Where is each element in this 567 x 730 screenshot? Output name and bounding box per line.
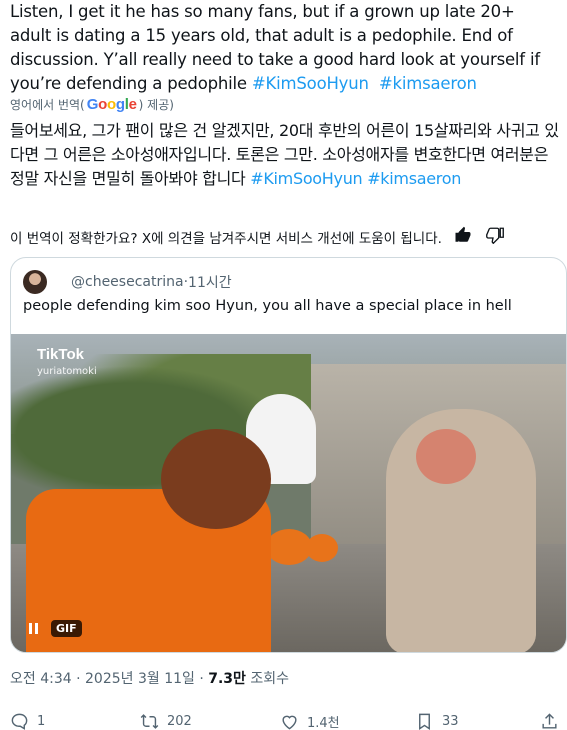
translated-by-prefix: 영어에서 번역( xyxy=(10,98,85,112)
translation-feedback: 이 번역이 정확한가요? X에 의견을 남겨주시면 서비스 개선에 도움이 됩니… xyxy=(10,226,504,248)
hashtag-link[interactable]: #KimSooHyun xyxy=(252,74,369,93)
tiktok-watermark-user: yuriatomoki xyxy=(37,366,97,377)
tweet-meta: 오전 4:34 · 2025년 3월 11일 · 7.3만 조회수 xyxy=(10,668,289,688)
bookmark-button[interactable]: 33 xyxy=(415,712,540,730)
quote-text: people defending kim soo Hyun, you all h… xyxy=(23,298,512,314)
bookmark-icon xyxy=(419,713,430,730)
media-pumpkin xyxy=(306,534,338,562)
reply-button[interactable]: 1 xyxy=(10,712,140,730)
media-monkey-face xyxy=(416,429,476,484)
like-count: 1.4천 xyxy=(307,716,340,730)
tweet-timestamp[interactable]: 오전 4:34 · 2025년 3월 11일 · xyxy=(10,671,208,687)
quote-handle[interactable]: @cheesecatrina xyxy=(71,274,184,290)
heart-icon xyxy=(282,715,297,730)
quote-header: @cheesecatrina · 11시간 xyxy=(23,270,232,294)
reply-icon xyxy=(11,713,28,730)
hashtag-link[interactable]: #KimSooHyun xyxy=(250,169,362,188)
media-person-head xyxy=(161,429,271,529)
gif-badge: GIF xyxy=(51,619,82,637)
action-bar: 1 202 1.4천 33 xyxy=(10,712,567,730)
pause-icon[interactable] xyxy=(23,618,43,638)
share-icon xyxy=(542,713,557,729)
share-button[interactable] xyxy=(540,712,559,730)
bookmark-count: 33 xyxy=(442,714,459,729)
reply-count: 1 xyxy=(37,714,46,729)
translated-by-suffix: ) 제공) xyxy=(138,98,174,112)
quote-time[interactable]: 11시간 xyxy=(188,272,232,292)
gif-media[interactable]: TikTok yuriatomoki GIF xyxy=(11,334,566,652)
hashtag-link[interactable]: #kimsaeron xyxy=(379,74,477,93)
repost-button[interactable]: 202 xyxy=(140,712,280,730)
like-button[interactable]: 1.4천 xyxy=(280,712,415,730)
view-count: 7.3만 xyxy=(208,671,246,687)
quoted-tweet[interactable]: @cheesecatrina · 11시간 people defending k… xyxy=(10,257,567,653)
hashtag-link[interactable]: #kimsaeron xyxy=(367,169,461,188)
google-logo: Google xyxy=(86,96,137,113)
tweet-text: Listen, I get it he has so many fans, bu… xyxy=(10,0,555,96)
feedback-question: 이 번역이 정확한가요? X에 의견을 남겨주시면 서비스 개선에 도움이 됩니… xyxy=(10,231,442,247)
thumbs-up-icon[interactable] xyxy=(454,226,472,248)
thumbs-down-icon[interactable] xyxy=(486,226,504,248)
repost-icon xyxy=(140,714,159,729)
gif-controls: GIF xyxy=(23,618,82,638)
avatar[interactable] xyxy=(23,270,47,294)
translated-by: 영어에서 번역( Google ) 제공) xyxy=(10,96,174,113)
view-label: 조회수 xyxy=(245,671,290,687)
tiktok-watermark: TikTok xyxy=(37,346,84,363)
translated-text: 들어보세요, 그가 팬이 많은 건 알겠지만, 20대 후반의 어른이 15살짜… xyxy=(10,119,560,191)
repost-count: 202 xyxy=(167,714,192,729)
